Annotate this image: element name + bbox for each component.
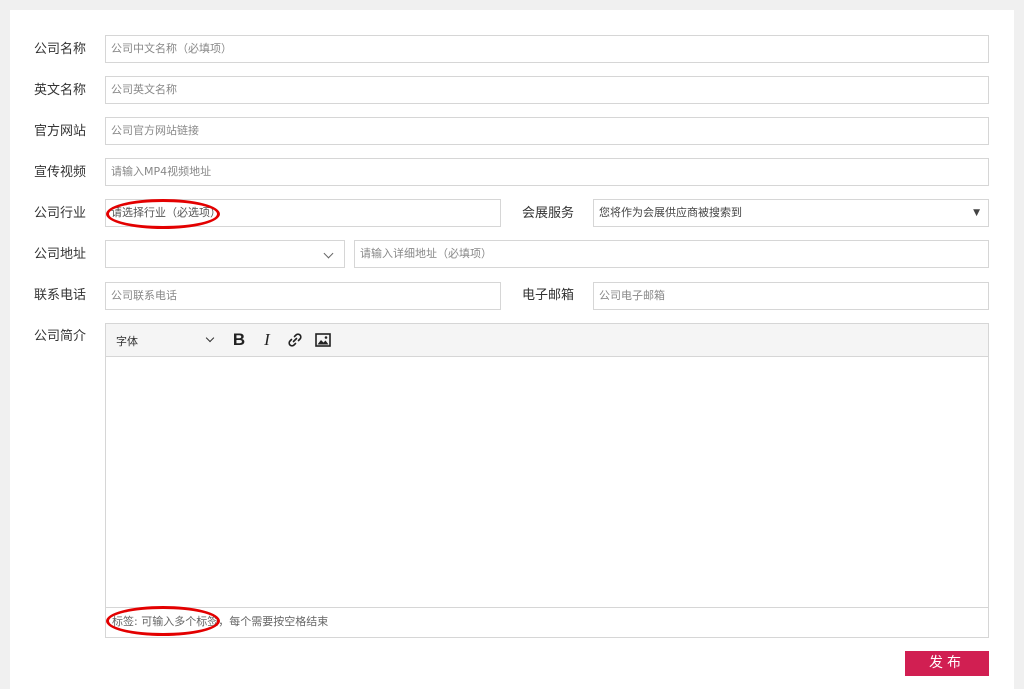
expo-service-label: 会展服务	[522, 206, 575, 221]
italic-icon[interactable]: I	[257, 330, 277, 350]
phone-input[interactable]: 公司联系电话	[105, 282, 501, 310]
bold-icon[interactable]: B	[229, 330, 249, 350]
video-label: 宣传视频	[34, 165, 87, 180]
company-name-label: 公司名称	[34, 42, 87, 57]
industry-label: 公司行业	[34, 206, 87, 221]
email-label: 电子邮箱	[522, 288, 575, 303]
editor-content-area[interactable]	[106, 357, 988, 608]
intro-label: 公司简介	[34, 329, 87, 344]
editor-toolbar: 字体 B I	[106, 324, 988, 357]
rich-text-editor: 字体 B I 标签: 可输入多个标签，每个需要按空格结束	[105, 323, 989, 638]
industry-select[interactable]: 请选择行业（必选项）	[105, 199, 501, 227]
expo-service-select[interactable]: 您将作为会展供应商被搜索到 ▼	[593, 199, 989, 227]
expo-service-value: 您将作为会展供应商被搜索到	[599, 206, 742, 219]
image-icon[interactable]	[313, 330, 333, 350]
font-family-select[interactable]: 字体	[116, 333, 138, 349]
dropdown-caret-icon: ▼	[973, 208, 980, 218]
email-input[interactable]: 公司电子邮箱	[593, 282, 989, 310]
chevron-down-icon	[323, 248, 334, 259]
publish-button[interactable]: 发布	[905, 651, 989, 676]
address-detail-input[interactable]: 请输入详细地址（必填项）	[354, 240, 989, 268]
website-label: 官方网站	[34, 124, 87, 139]
company-name-input[interactable]: 公司中文名称（必填项）	[105, 35, 989, 63]
address-region-select[interactable]	[105, 240, 345, 268]
english-name-input[interactable]: 公司英文名称	[105, 76, 989, 104]
link-icon[interactable]	[285, 330, 305, 350]
phone-label: 联系电话	[34, 288, 87, 303]
address-label: 公司地址	[34, 247, 87, 262]
video-url-input[interactable]: 请输入MP4视频地址	[105, 158, 989, 186]
chevron-down-icon[interactable]	[205, 333, 215, 343]
website-input[interactable]: 公司官方网站链接	[105, 117, 989, 145]
english-name-label: 英文名称	[34, 83, 87, 98]
tags-input[interactable]: 标签: 可输入多个标签，每个需要按空格结束	[106, 607, 988, 637]
